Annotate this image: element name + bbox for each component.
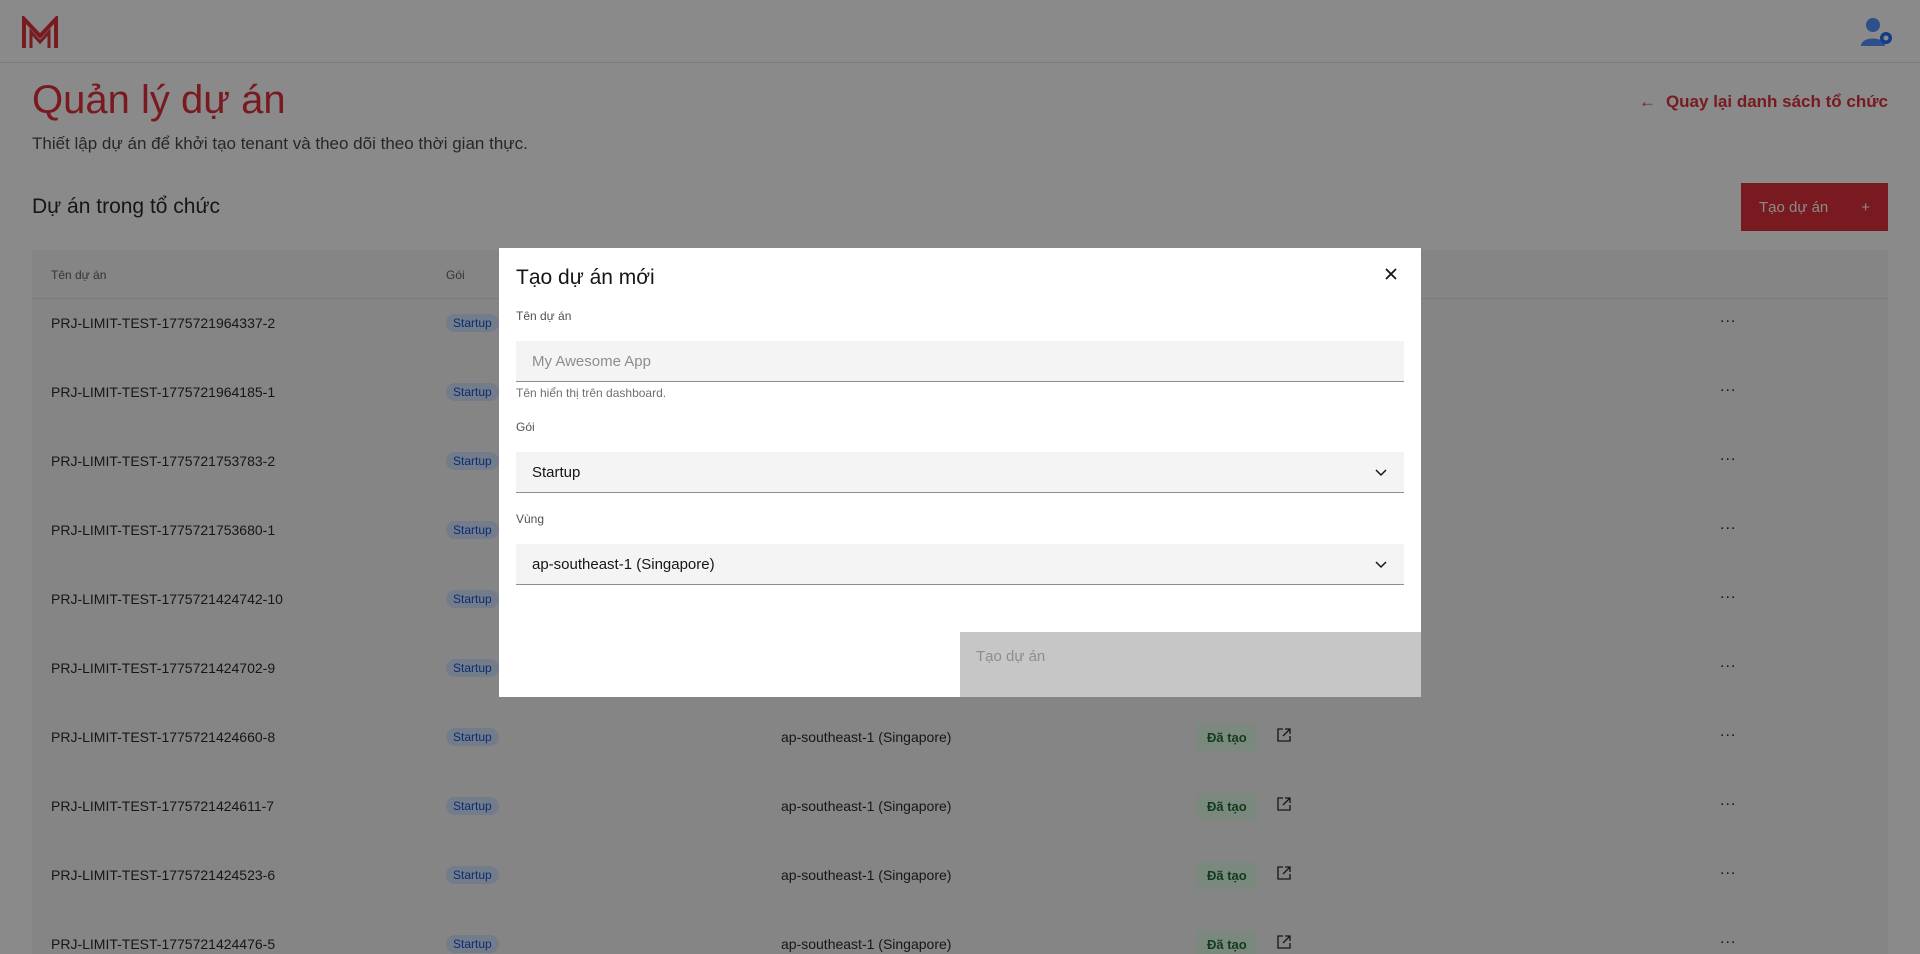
chevron-down-icon — [1375, 561, 1387, 569]
create-project-modal: Tạo dự án mới Tên dự án My Awesome App T… — [499, 248, 1421, 697]
plan-label: Gói — [516, 420, 535, 434]
close-icon[interactable] — [1381, 264, 1401, 284]
submit-create-project-button[interactable]: Tạo dự án — [960, 632, 1421, 697]
plan-select-value: Startup — [532, 463, 581, 481]
plan-select[interactable]: Startup — [516, 452, 1404, 493]
region-select-value: ap-southeast-1 (Singapore) — [532, 555, 715, 573]
project-name-label: Tên dự án — [516, 309, 572, 323]
region-select[interactable]: ap-southeast-1 (Singapore) — [516, 544, 1404, 585]
region-label: Vùng — [516, 512, 545, 526]
modal-title: Tạo dự án mới — [516, 266, 655, 289]
project-name-helper: Tên hiển thị trên dashboard. — [516, 386, 667, 400]
project-name-input[interactable]: My Awesome App — [516, 341, 1404, 382]
chevron-down-icon — [1375, 469, 1387, 477]
project-name-placeholder: My Awesome App — [532, 352, 651, 370]
